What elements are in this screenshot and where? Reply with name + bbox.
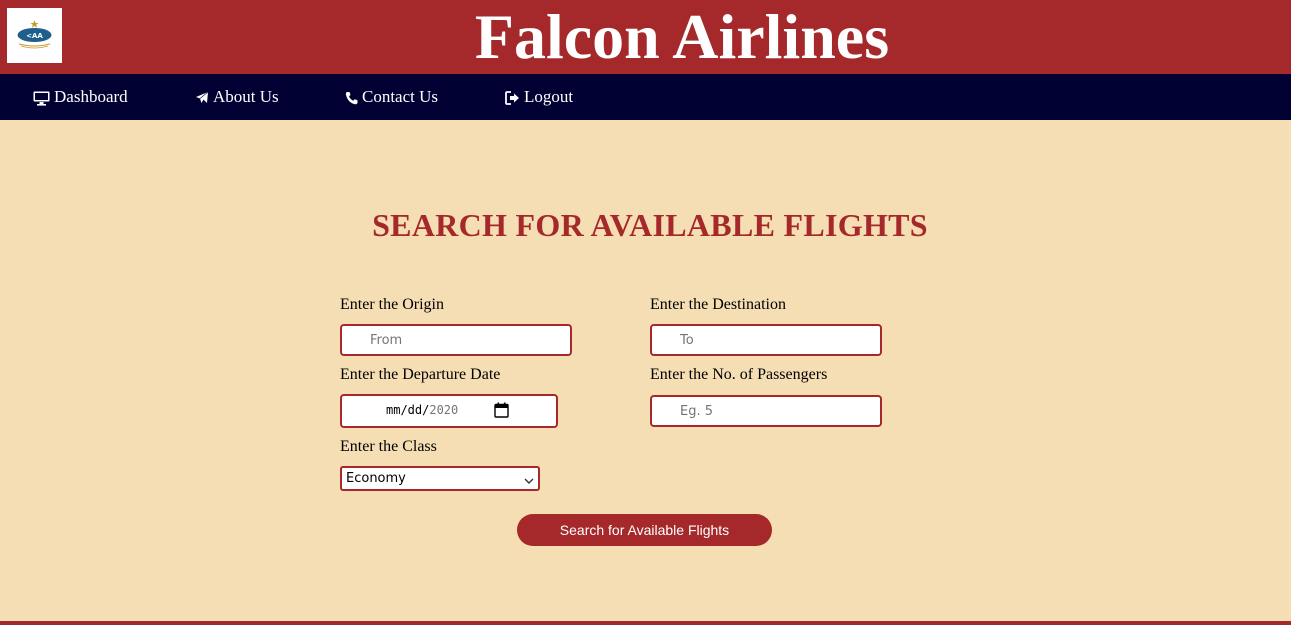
origin-input[interactable] [340,324,572,356]
desktop-icon [33,91,50,106]
destination-input[interactable] [650,324,882,356]
passengers-input[interactable] [650,395,882,427]
site-header: <AA Falcon Airlines [0,0,1291,74]
brand-title: Falcon Airlines [474,1,890,72]
destination-label: Enter the Destination [650,296,786,313]
plane-icon [195,91,209,105]
chevron-down-icon [524,474,534,489]
nav-about-us[interactable]: About Us [195,74,279,120]
origin-label: Enter the Origin [340,296,444,313]
passengers-label: Enter the No. of Passengers [650,366,828,383]
departure-date-input[interactable]: mm/dd/2020 [340,394,558,428]
nav-dashboard[interactable]: Dashboard [33,74,128,120]
logout-icon [505,91,520,105]
class-select-value: Economy [346,471,406,486]
phone-icon [345,91,358,105]
nav-contact-us-label: Contact Us [362,87,439,106]
date-value: mm/dd/2020 [386,403,459,417]
nav-about-us-label: About Us [213,87,279,106]
page-title: SEARCH FOR AVAILABLE FLIGHTS [372,207,928,243]
calendar-icon[interactable] [494,402,509,423]
nav-logout[interactable]: Logout [505,74,573,120]
departure-date-label: Enter the Departure Date [340,366,501,383]
nav-dashboard-label: Dashboard [54,87,128,106]
nav-logout-label: Logout [524,87,574,106]
footer-divider [0,621,1291,625]
main-nav: Dashboard About Us Contact Us Logout [0,74,1291,120]
search-flights-button[interactable]: Search for Available Flights [517,514,772,546]
class-select[interactable]: Economy [340,466,540,491]
class-label: Enter the Class [340,438,437,455]
nav-contact-us[interactable]: Contact Us [345,74,438,120]
